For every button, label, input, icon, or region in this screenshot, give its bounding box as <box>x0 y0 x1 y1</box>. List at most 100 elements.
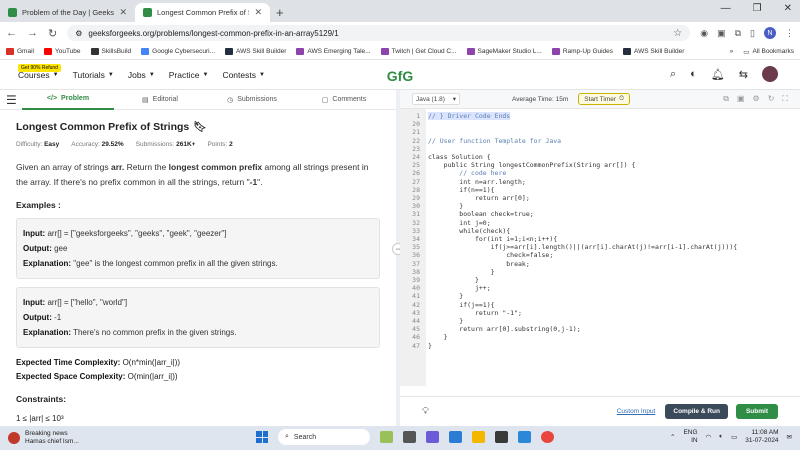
reset-icon[interactable]: ▣ <box>737 94 745 104</box>
start-timer-button[interactable]: Start Timer ⏲ <box>578 93 631 105</box>
windows-start-icon[interactable] <box>256 431 268 443</box>
widget-icon[interactable] <box>380 431 393 443</box>
promo-badge[interactable]: Get 90% Refund <box>18 64 61 72</box>
bookmark-item[interactable]: YouTube <box>43 48 81 55</box>
nav-practice[interactable]: Practice ▼ <box>169 70 209 80</box>
language-indicator[interactable]: ENG IN <box>683 429 697 445</box>
bell-icon[interactable]: 🔔︎ <box>711 68 725 81</box>
output-label: Output: <box>23 244 52 253</box>
url-bar[interactable]: ⚙ geeksforgeeks.org/problems/longest-com… <box>67 25 691 41</box>
lang-label: ENG <box>683 429 698 436</box>
clock[interactable]: 11:08 AM 31-07-2024 <box>745 429 778 445</box>
nav-jobs[interactable]: Jobs ▼ <box>128 70 155 80</box>
close-window-icon[interactable]: ✕ <box>784 3 792 14</box>
volume-icon[interactable]: 🔈︎ <box>719 433 723 441</box>
chrome-icon[interactable] <box>541 431 554 443</box>
desc-bold: longest common prefix <box>168 162 263 172</box>
task-view-icon[interactable] <box>403 431 416 443</box>
site-info-icon[interactable]: ⚙ <box>75 29 82 38</box>
extension-icon[interactable]: ▣ <box>717 28 726 39</box>
chevron-down-icon: ▼ <box>52 71 59 78</box>
theme-toggle-icon[interactable]: ◐ <box>690 68 697 80</box>
code-line: 37 break; <box>400 260 800 268</box>
reload-icon[interactable]: ↻ <box>48 27 57 40</box>
bookmark-icon[interactable]: 🔖︎ <box>193 120 206 133</box>
tab-problem[interactable]: </> Problem <box>22 90 114 110</box>
bookmark-item[interactable]: AWS Skill Builder <box>225 48 286 55</box>
minimize-icon[interactable]: — <box>721 3 731 14</box>
copy-icon[interactable]: ⧉ <box>723 94 729 104</box>
editor-toolbar: Java (1.8) ▾ Average Time: 15m Start Time… <box>400 90 800 109</box>
refresh-icon[interactable]: ↻ <box>768 94 775 104</box>
extensions-area: ◉ ▣ ⧉ ▯ N ⋮ <box>700 27 794 39</box>
taskbar: Breaking news Hamas chief Ism... ⌕ Search… <box>0 426 800 450</box>
sidepanel-icon[interactable]: ▯ <box>750 28 755 39</box>
bookmark-item[interactable]: SageMaker Studio L... <box>466 48 542 55</box>
logo-text: GfG <box>387 68 414 84</box>
battery-icon[interactable]: ▭ <box>731 433 737 441</box>
bookmark-label: AWS Skill Builder <box>236 48 287 55</box>
tab-comments[interactable]: ▢ Comments <box>298 96 390 104</box>
chevron-up-icon[interactable]: ⌃ <box>670 433 675 441</box>
more-bookmarks-icon[interactable]: » <box>730 48 734 55</box>
menu-kebab-icon[interactable]: ⋮ <box>785 28 794 39</box>
edge-icon[interactable] <box>449 431 462 443</box>
bookmark-item[interactable]: Gmail <box>6 48 34 55</box>
tab-editorial[interactable]: ▤ Editorial <box>114 96 206 104</box>
bookmark-favicon-icon <box>225 48 234 55</box>
bookmark-star-icon[interactable]: ☆ <box>673 28 682 39</box>
taskbar-search[interactable]: ⌕ Search <box>278 429 370 445</box>
browser-tab-potd[interactable]: Problem of the Day | GeeksforGeeks ✕ <box>0 3 135 22</box>
problem-panel: ☰ </> Problem ▤ Editorial ◷ Submissions ▢ Co… <box>0 90 396 426</box>
notification-icon[interactable]: ✉ <box>787 433 792 441</box>
file-explorer-icon[interactable] <box>472 431 485 443</box>
back-icon[interactable]: ← <box>6 27 17 39</box>
code-line: 33 while(check){ <box>400 227 800 235</box>
vscode-icon[interactable] <box>518 431 531 443</box>
custom-input-link[interactable]: Custom Input <box>617 408 656 415</box>
code-text: class Solution { <box>428 153 491 161</box>
hamburger-icon[interactable]: ☰ <box>6 93 22 107</box>
wifi-icon[interactable]: ◠ <box>706 433 712 441</box>
nav-contests[interactable]: Contests ▼ <box>222 70 265 80</box>
submit-button[interactable]: Submit <box>735 404 778 419</box>
fullscreen-icon[interactable]: ⛶ <box>782 94 788 104</box>
all-bookmarks[interactable]: ▭ All Bookmarks <box>743 48 794 56</box>
lightbulb-icon[interactable]: 💡︎ <box>422 406 429 417</box>
compile-run-button[interactable]: Compile & Run <box>665 404 728 419</box>
search-icon[interactable]: ⌕ <box>670 68 676 81</box>
close-icon[interactable]: ✕ <box>119 7 127 18</box>
code-line: 31 boolean check=true; <box>400 210 800 218</box>
puzzle-icon[interactable]: ⧉ <box>735 28 741 39</box>
code-text: j++; <box>428 284 491 293</box>
bookmark-item[interactable]: SkillsBuild <box>90 48 131 55</box>
tab-submissions[interactable]: ◷ Submissions <box>206 96 298 104</box>
new-tab-button[interactable]: + <box>276 5 284 20</box>
line-number: 26 <box>412 169 420 178</box>
translate-icon[interactable]: ⇆ <box>739 68 748 81</box>
forward-icon[interactable]: → <box>27 27 38 39</box>
bookmark-item[interactable]: Twitch | Get Cloud C... <box>380 48 457 55</box>
profile-avatar[interactable]: N <box>764 27 776 39</box>
code-editor[interactable]: 1 // } Driver Code Ends 20 21 22 // User func… <box>400 109 800 386</box>
bookmark-item[interactable]: Google Cybersecuri... <box>141 48 215 55</box>
nav-tutorials[interactable]: Tutorials ▼ <box>73 70 114 80</box>
gfg-favicon-icon <box>143 8 152 17</box>
close-icon[interactable]: ✕ <box>254 7 262 18</box>
settings-icon[interactable]: ⚙ <box>753 94 760 104</box>
language-select[interactable]: Java (1.8) ▾ <box>412 93 460 105</box>
news-widget[interactable]: Breaking news Hamas chief Ism... <box>8 430 79 446</box>
bookmark-item[interactable]: AWS Emerging Tale... <box>296 48 371 55</box>
tab-label: Comments <box>332 96 367 103</box>
teams-icon[interactable] <box>426 431 439 443</box>
code-text: while(check){ <box>428 226 511 235</box>
extension-icon[interactable]: ◉ <box>700 28 708 39</box>
browser-tab-lcp[interactable]: Longest Common Prefix of Strings ✕ <box>135 3 270 22</box>
maximize-icon[interactable]: ❐ <box>753 3 762 14</box>
bookmark-item[interactable]: Ramp-Up Guides <box>551 48 613 55</box>
average-time: Average Time: 15m <box>512 95 569 103</box>
user-avatar[interactable] <box>762 66 778 82</box>
bookmark-item[interactable]: AWS Skill Builder <box>623 48 684 55</box>
store-icon[interactable] <box>495 431 508 443</box>
gfg-logo[interactable]: GfG <box>383 68 417 84</box>
